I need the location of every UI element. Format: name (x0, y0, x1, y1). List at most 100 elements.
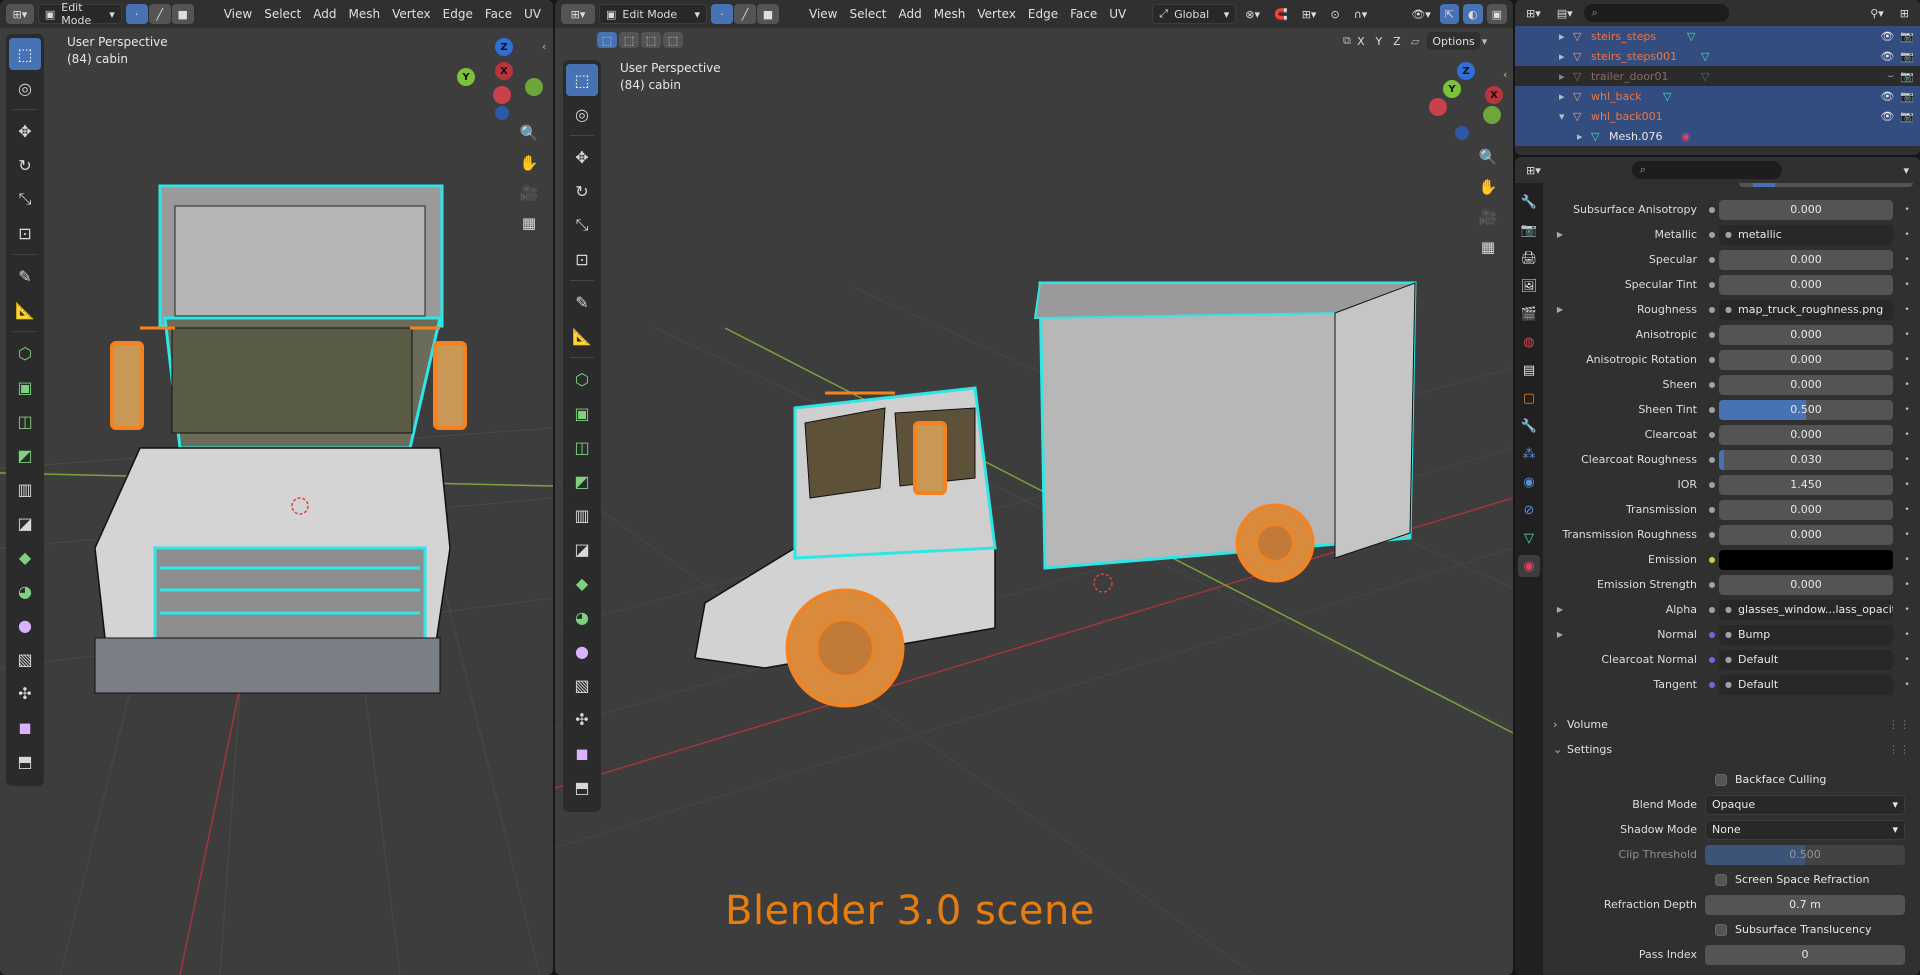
world-tab-icon[interactable]: ◍ (1518, 331, 1540, 353)
menu-edge[interactable]: Edge (1022, 4, 1064, 24)
socket-dot-icon[interactable] (1705, 281, 1719, 288)
keyframe-dot-icon[interactable]: • (1899, 655, 1915, 665)
mesh-name[interactable]: Mesh.076 (1609, 130, 1681, 143)
menu-mesh[interactable]: Mesh (342, 4, 386, 24)
annotate-tool[interactable]: ✎ (566, 286, 598, 318)
settings-panel-header[interactable]: ⌄ Settings ⋮⋮ (1553, 737, 1910, 761)
visibility-eye-icon[interactable]: 👁 (1880, 90, 1894, 103)
backface-culling-row[interactable]: Backface Culling (1545, 767, 1920, 792)
shadow-mode-dropdown[interactable]: None ▾ (1705, 819, 1905, 840)
expand-arrow-icon[interactable]: ▶ (1553, 605, 1567, 614)
smooth-tool[interactable]: ● (566, 635, 598, 667)
backface-culling-checkbox[interactable] (1715, 773, 1727, 786)
expand-arrow-icon[interactable]: ▸ (1559, 70, 1573, 83)
keyframe-dot-icon[interactable]: • (1899, 305, 1915, 315)
socket-dot-icon[interactable] (1705, 531, 1719, 538)
cursor-tool[interactable]: ◎ (566, 98, 598, 130)
physics-tab-icon[interactable]: ◉ (1518, 471, 1540, 493)
property-value-field[interactable]: 0.000 (1719, 524, 1893, 545)
grid-view-icon[interactable]: ▦ (1475, 234, 1501, 260)
measure-tool[interactable]: 📐 (9, 294, 41, 326)
camera-render-icon[interactable]: 📷 (1900, 90, 1914, 103)
pan-hand-icon[interactable]: ✋ (516, 150, 542, 176)
camera-render-icon[interactable]: 📷 (1900, 50, 1914, 63)
grid-view-icon[interactable]: ▦ (516, 210, 542, 236)
camera-icon[interactable]: 🎥 (516, 180, 542, 206)
vertex-select-button[interactable]: ⋅ (125, 4, 148, 24)
rotate-tool[interactable]: ↻ (9, 149, 41, 181)
refraction-depth-field[interactable]: 0.7 m (1705, 894, 1905, 915)
menu-edge[interactable]: Edge (437, 4, 479, 24)
gizmo-neg-z[interactable] (1455, 126, 1469, 140)
socket-dot-icon[interactable] (1705, 581, 1719, 588)
move-tool[interactable]: ✥ (566, 141, 598, 173)
pass-index-field[interactable]: 0 (1705, 944, 1905, 965)
smooth-tool[interactable]: ● (9, 609, 41, 641)
transform-orientation-dropdown[interactable]: ⤢ Global ▾ (1152, 4, 1237, 24)
collection-tab-icon[interactable]: ▤ (1518, 359, 1540, 381)
visibility-icon[interactable]: 👁▾ (1406, 4, 1436, 24)
blend-mode-dropdown[interactable]: Opaque ▾ (1705, 794, 1905, 815)
axis-z-toggle[interactable]: Z (1388, 33, 1405, 49)
outliner-row[interactable]: ▸ ▽ Mesh.076 ◉ (1515, 126, 1920, 146)
select-box-tool[interactable]: ⬚ (566, 64, 598, 96)
face-select-button[interactable]: ■ (171, 4, 194, 24)
select-new-icon[interactable]: ⬚ (597, 32, 617, 48)
property-value-field[interactable]: ● glasses_window...lass_opacity.png (1719, 599, 1893, 620)
pan-hand-icon[interactable]: ✋ (1475, 174, 1501, 200)
menu-face[interactable]: Face (1064, 4, 1103, 24)
keyframe-dot-icon[interactable]: • (1899, 405, 1915, 415)
zoom-icon[interactable]: 🔍 (1475, 144, 1501, 170)
property-value-field[interactable]: 0.000 (1719, 274, 1893, 295)
visibility-eye-icon[interactable]: 👁 (1880, 30, 1894, 43)
face-select-button[interactable]: ■ (757, 4, 779, 24)
spin-tool[interactable]: ◕ (9, 575, 41, 607)
menu-add[interactable]: Add (307, 4, 342, 24)
property-value-field[interactable]: 0.030 (1719, 449, 1893, 470)
socket-dot-icon[interactable] (1705, 406, 1719, 413)
editor-type-button[interactable]: ⊞▾ (6, 4, 34, 24)
gizmo-neg-x[interactable] (1429, 98, 1447, 116)
shrink-fatten-tool[interactable]: ✣ (566, 703, 598, 735)
property-value-field[interactable] (1719, 549, 1893, 570)
property-value-field[interactable]: 0.000 (1719, 499, 1893, 520)
object-name[interactable]: steirs_steps001 (1591, 50, 1701, 63)
transform-tool[interactable]: ⊡ (566, 243, 598, 275)
snap-icon[interactable]: 🧲 (1269, 4, 1293, 24)
properties-panel[interactable]: ⊞▾ ⌕ ▾ 🔧 📷 🖨 🖼 🎬 ◍ ▤ ▢ 🔧 ⁂ ◉ ⊘ ▽ ◉ Subsu… (1515, 157, 1920, 975)
right-navigation-gizmo[interactable]: Z Y X (1425, 62, 1505, 142)
drag-handle-icon[interactable]: ⋮⋮ (1888, 718, 1910, 731)
edge-slide-tool[interactable]: ▧ (9, 643, 41, 675)
mode-dropdown[interactable]: ▣ Edit Mode ▾ (599, 4, 707, 24)
edge-select-button[interactable]: ╱ (734, 4, 756, 24)
socket-dot-icon[interactable] (1705, 631, 1719, 638)
xray-toggle-icon[interactable]: ▣ (1486, 4, 1507, 24)
cursor-tool[interactable]: ◎ (9, 72, 41, 104)
edge-slide-tool[interactable]: ▧ (566, 669, 598, 701)
expand-arrow-icon[interactable]: ▸ (1559, 90, 1573, 103)
collapse-arrow-icon[interactable]: ‹ (1503, 68, 1507, 81)
tool-tab-icon[interactable]: 🔧 (1518, 191, 1540, 213)
gizmo-neg-x[interactable] (493, 86, 511, 104)
expand-arrow-icon[interactable]: ▶ (1553, 230, 1567, 239)
outliner-row[interactable]: ▸ ▽ whl_back ▽ 👁 📷 (1515, 86, 1920, 106)
gizmo-z-axis[interactable]: Z (1457, 62, 1475, 80)
hidden-eye-icon[interactable]: ⌣ (1887, 69, 1894, 83)
properties-options-icon[interactable]: ▾ (1898, 160, 1914, 180)
bevel-tool[interactable]: ◩ (9, 439, 41, 471)
property-value-field[interactable]: 1.450 (1719, 474, 1893, 495)
keyframe-dot-icon[interactable]: • (1899, 230, 1915, 240)
bevel-tool[interactable]: ◩ (566, 465, 598, 497)
menu-uv[interactable]: UV (518, 4, 547, 24)
snap-target-icon[interactable]: ⊞▾ (1297, 4, 1322, 24)
gizmo-neg-y[interactable] (525, 78, 543, 96)
property-value-field[interactable]: 0.000 (1719, 424, 1893, 445)
outliner-row[interactable]: ▸ ▽ steirs_steps ▽ 👁 📷 (1515, 26, 1920, 46)
menu-mesh[interactable]: Mesh (928, 4, 972, 24)
object-name[interactable]: whl_back (1591, 90, 1663, 103)
keyframe-dot-icon[interactable]: • (1899, 255, 1915, 265)
socket-dot-icon[interactable] (1705, 606, 1719, 613)
editor-type-button[interactable]: ⊞▾ (561, 4, 595, 24)
keyframe-dot-icon[interactable]: • (1899, 280, 1915, 290)
zoom-icon[interactable]: 🔍 (516, 120, 542, 146)
